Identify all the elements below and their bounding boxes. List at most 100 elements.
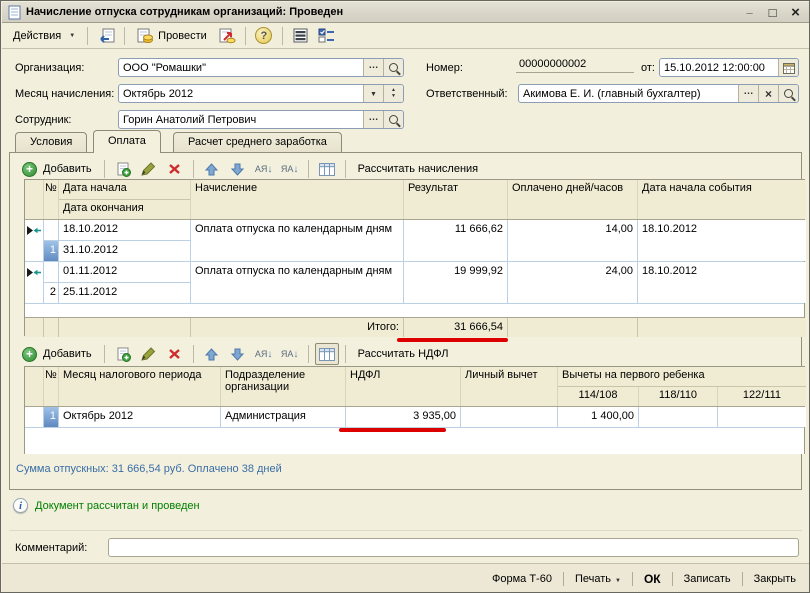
ndfl-add-button[interactable]: + Добавить — [16, 344, 98, 365]
month-field[interactable]: ▲▼ — [118, 84, 404, 103]
settings-list-button[interactable] — [315, 25, 339, 47]
ndfl-cell[interactable]: 3 935,00 — [346, 407, 461, 427]
date-end-value[interactable]: 31.10.2012 — [59, 241, 190, 261]
ndfl-delete-button[interactable] — [163, 343, 187, 365]
accruals-edit-button[interactable] — [137, 158, 161, 180]
document-status-text: Документ рассчитан и проведен — [35, 499, 200, 512]
close-button[interactable] — [787, 5, 804, 20]
tab-payment[interactable]: Оплата — [93, 130, 161, 153]
accruals-move-down-button[interactable] — [226, 158, 250, 180]
personal-deduction-cell[interactable] — [461, 407, 558, 427]
help-button[interactable]: ? — [252, 25, 276, 47]
date-input[interactable] — [660, 59, 778, 76]
deduction-122-cell[interactable] — [718, 407, 806, 427]
org-field[interactable] — [118, 58, 404, 77]
accruals-sort-desc-button[interactable]: ЯА — [278, 158, 302, 180]
calendar-button[interactable] — [778, 59, 798, 76]
accrual-cell[interactable]: Оплата отпуска по календарным дням — [191, 220, 404, 261]
dates-cell[interactable]: 01.11.2012 25.11.2012 — [59, 262, 191, 303]
accruals-add-button[interactable]: + Добавить — [16, 159, 98, 180]
row-number-cell[interactable]: 1 — [44, 220, 59, 261]
number-value[interactable]: 00000000002 — [516, 58, 634, 73]
maximize-button[interactable] — [764, 5, 781, 20]
ndfl-copy-button[interactable] — [111, 343, 135, 365]
row-number[interactable]: 1 — [44, 407, 59, 427]
responsible-select-button[interactable] — [738, 85, 758, 102]
deduction-118-cell[interactable] — [639, 407, 718, 427]
responsible-field[interactable] — [518, 84, 799, 103]
event-date-cell[interactable]: 18.10.2012 — [638, 220, 806, 261]
form-t60-button[interactable]: Форма Т-60 — [488, 571, 556, 587]
window-title: Начисление отпуска сотрудникам организац… — [26, 6, 344, 18]
month-input[interactable] — [119, 85, 363, 102]
month-dropdown-button[interactable] — [363, 85, 383, 102]
header-code-114: 114/108 — [558, 387, 639, 406]
org-select-button[interactable] — [363, 59, 383, 76]
accrual-cell[interactable]: Оплата отпуска по календарным дням — [191, 262, 404, 303]
org-input[interactable] — [119, 59, 363, 76]
clear-icon — [765, 87, 772, 101]
responsible-input[interactable] — [519, 85, 738, 102]
month-spinner[interactable]: ▲ ▼ — [383, 85, 403, 102]
ndfl-sort-desc-button[interactable]: ЯА — [278, 343, 302, 365]
row-number[interactable]: 1 — [44, 241, 58, 261]
save-button[interactable]: Записать — [680, 571, 735, 587]
title-bar[interactable]: Начисление отпуска сотрудникам организац… — [2, 2, 809, 23]
calc-accruals-button[interactable]: Рассчитать начисления — [352, 161, 485, 177]
comment-input[interactable] — [108, 538, 799, 557]
pencil-icon — [141, 162, 156, 176]
division-cell[interactable]: Администрация — [221, 407, 346, 427]
employee-select-button[interactable] — [363, 111, 383, 128]
month-cell[interactable]: Октябрь 2012 — [59, 407, 221, 427]
ndfl-move-down-button[interactable] — [226, 343, 250, 365]
accruals-copy-button[interactable] — [111, 158, 135, 180]
result-cell[interactable]: 19 999,92 — [404, 262, 508, 303]
employee-open-button[interactable] — [383, 111, 403, 128]
settings-list-icon — [318, 28, 335, 43]
tab-avg-earnings[interactable]: Расчет среднего заработка — [173, 132, 342, 152]
date-end-value[interactable]: 25.11.2012 — [59, 283, 190, 303]
table-row[interactable]: 1 Октябрь 2012 Администрация 3 935,00 1 … — [25, 407, 806, 428]
movements-button[interactable] — [289, 25, 313, 47]
ok-button[interactable]: ОК — [640, 570, 665, 588]
paid-cell[interactable]: 24,00 — [508, 262, 638, 303]
date-start-value[interactable]: 01.11.2012 — [59, 262, 190, 283]
accruals-delete-button[interactable] — [163, 158, 187, 180]
unpost-button[interactable] — [215, 25, 239, 47]
table-row[interactable]: 1 18.10.2012 31.10.2012 Оплата отпуска п… — [25, 220, 806, 262]
date-start-value[interactable]: 18.10.2012 — [59, 220, 190, 241]
accruals-sort-asc-button[interactable]: АЯ — [252, 158, 276, 180]
calc-ndfl-button[interactable]: Рассчитать НДФЛ — [352, 346, 455, 362]
table-empty-area[interactable] — [25, 304, 804, 317]
deduction-114-cell[interactable]: 1 400,00 — [558, 407, 639, 427]
event-date-cell[interactable]: 18.10.2012 — [638, 262, 806, 303]
date-field[interactable] — [659, 58, 799, 77]
row-number-cell[interactable]: 2 — [44, 262, 59, 303]
ndfl-edit-button[interactable] — [137, 343, 161, 365]
employee-input[interactable] — [119, 111, 363, 128]
paid-cell[interactable]: 14,00 — [508, 220, 638, 261]
accruals-move-up-button[interactable] — [200, 158, 224, 180]
responsible-clear-button[interactable] — [758, 85, 778, 102]
close-form-button[interactable]: Закрыть — [750, 571, 800, 587]
print-button[interactable]: Печать — [571, 571, 625, 587]
table-row[interactable]: 2 01.11.2012 25.11.2012 Оплата отпуска п… — [25, 262, 806, 304]
accruals-grid-settings-button[interactable] — [315, 158, 339, 180]
pencil-icon — [141, 347, 156, 361]
actions-menu-button[interactable]: Действия — [7, 27, 81, 45]
post-button[interactable]: Провести — [131, 25, 213, 47]
write-button[interactable] — [94, 25, 118, 47]
dates-cell[interactable]: 18.10.2012 31.10.2012 — [59, 220, 191, 261]
employee-field[interactable] — [118, 110, 404, 129]
toolbar-separator — [344, 345, 346, 363]
row-number[interactable]: 2 — [44, 283, 58, 303]
ndfl-grid-settings-button[interactable] — [314, 343, 339, 365]
tab-conditions[interactable]: Условия — [15, 132, 88, 152]
minimize-button[interactable] — [741, 5, 758, 20]
ndfl-move-up-button[interactable] — [200, 343, 224, 365]
result-cell[interactable]: 11 666,62 — [404, 220, 508, 261]
org-open-button[interactable] — [383, 59, 403, 76]
ndfl-sort-asc-button[interactable]: АЯ — [252, 343, 276, 365]
responsible-open-button[interactable] — [778, 85, 798, 102]
ndfl-toolbar: + Добавить АЯ ↓ ЯА ↓ Рассчитать НДФЛ — [16, 342, 796, 366]
